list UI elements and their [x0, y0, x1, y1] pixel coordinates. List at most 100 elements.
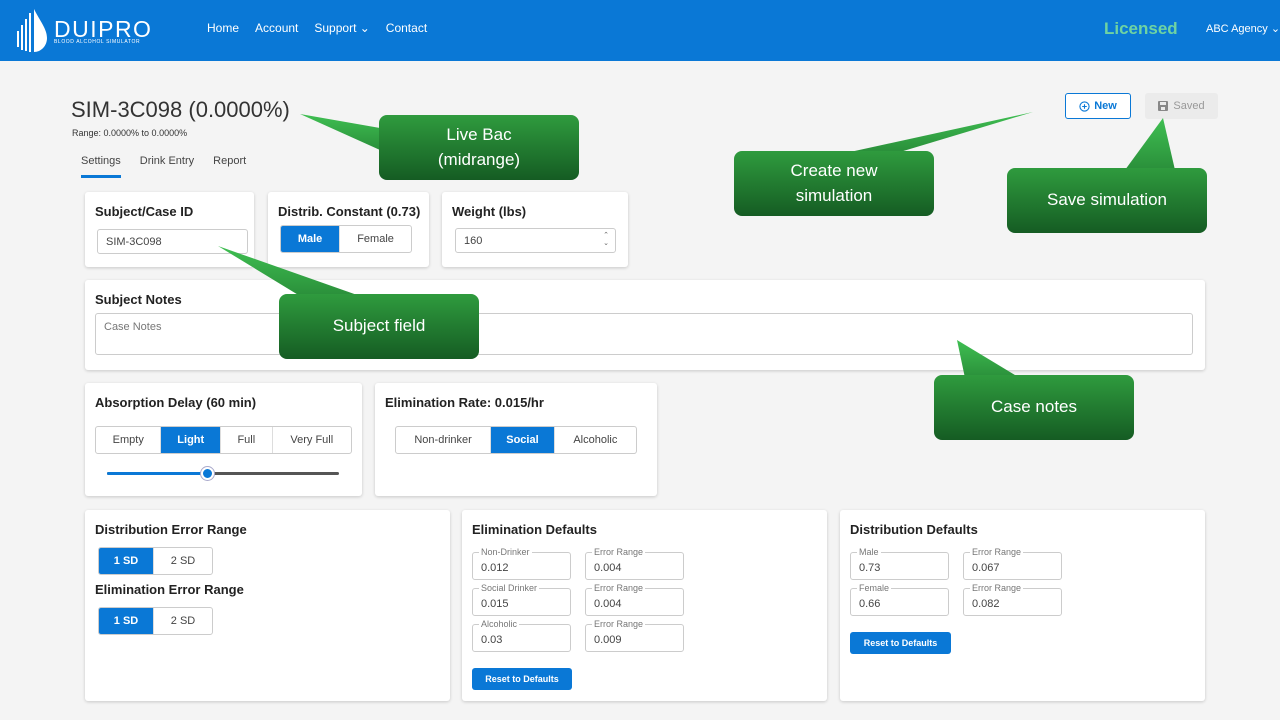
- field-label: Social Drinker: [479, 583, 540, 593]
- floppy-disk-icon: [1158, 101, 1169, 111]
- plus-circle-icon: [1079, 100, 1090, 112]
- male-constant-field[interactable]: Male 0.73: [850, 547, 949, 580]
- tab-bar: Settings Drink Entry Report: [81, 155, 246, 178]
- distribution-1sd-button[interactable]: 1 SD: [99, 548, 155, 574]
- field-label: Error Range: [592, 583, 646, 593]
- field-value: 0.015: [481, 598, 509, 610]
- callout-create-new: Create new simulation: [734, 151, 934, 216]
- new-button-label: New: [1094, 100, 1117, 112]
- tab-drink-entry[interactable]: Drink Entry: [140, 155, 194, 178]
- absorption-card: Absorption Delay (60 min) Empty Light Fu…: [85, 383, 362, 496]
- male-error-field[interactable]: Error Range 0.067: [963, 547, 1062, 580]
- absorption-light-button[interactable]: Light: [161, 427, 222, 453]
- weight-title: Weight (lbs): [452, 204, 527, 219]
- saved-button-label: Saved: [1173, 100, 1205, 112]
- field-label: Male: [857, 547, 881, 557]
- distribution-defaults-title: Distribution Defaults: [850, 522, 978, 537]
- field-label: Error Range: [592, 619, 646, 629]
- absorption-slider[interactable]: [107, 467, 339, 480]
- bac-range: Range: 0.0000% to 0.0000%: [72, 128, 188, 138]
- field-value: 0.73: [859, 562, 881, 574]
- save-simulation-button[interactable]: Saved: [1145, 93, 1218, 119]
- nav-home[interactable]: Home: [207, 21, 239, 35]
- new-simulation-button[interactable]: New: [1065, 93, 1131, 119]
- field-value: 0.004: [594, 598, 622, 610]
- callout-live-bac: Live Bac (midrange): [379, 115, 579, 180]
- sex-male-button[interactable]: Male: [281, 226, 341, 252]
- field-label: Error Range: [592, 547, 646, 557]
- absorption-very-full-button[interactable]: Very Full: [273, 427, 351, 453]
- subject-id-input[interactable]: SIM-3C098: [97, 229, 248, 254]
- slider-fill: [107, 472, 207, 475]
- alcoholic-rate-field[interactable]: Alcoholic 0.03: [472, 619, 571, 652]
- weight-stepper-icon[interactable]: ⌃ ⌄: [603, 232, 609, 248]
- sex-toggle: Male Female: [280, 225, 412, 253]
- reset-distribution-defaults-button[interactable]: Reset to Defaults: [850, 632, 951, 654]
- sex-female-button[interactable]: Female: [340, 226, 411, 252]
- distribution-2sd-button[interactable]: 2 SD: [154, 548, 212, 574]
- agency-dropdown[interactable]: ABC Agency ⌄: [1206, 22, 1280, 35]
- nav-contact[interactable]: Contact: [386, 21, 427, 35]
- reset-elimination-defaults-button[interactable]: Reset to Defaults: [472, 668, 572, 690]
- social-drinker-rate-field[interactable]: Social Drinker 0.015: [472, 583, 571, 616]
- absorption-empty-button[interactable]: Empty: [96, 427, 162, 453]
- female-error-field[interactable]: Error Range 0.082: [963, 583, 1062, 616]
- field-label: Error Range: [970, 583, 1024, 593]
- weight-input[interactable]: 160 ⌃ ⌄: [455, 228, 616, 253]
- tab-settings[interactable]: Settings: [81, 155, 121, 178]
- absorption-title: Absorption Delay (60 min): [95, 395, 257, 410]
- absorption-toggle: Empty Light Full Very Full: [95, 426, 352, 454]
- non-drinker-error-field[interactable]: Error Range 0.004: [585, 547, 684, 580]
- field-value: 0.004: [594, 562, 622, 574]
- field-value: 0.03: [481, 634, 503, 646]
- non-drinker-rate-field[interactable]: Non-Drinker 0.012: [472, 547, 571, 580]
- top-navbar: DUIPRO BLOOD ALCOHOL SIMULATOR Home Acco…: [0, 0, 1280, 61]
- distrib-constant-card: Distrib. Constant (0.73) Male Female: [268, 192, 429, 267]
- nav-account[interactable]: Account: [255, 21, 298, 35]
- live-bac-pointer: [300, 114, 380, 150]
- distrib-constant-title: Distrib. Constant (0.73): [278, 204, 421, 219]
- callout-case-notes: Case notes: [934, 375, 1134, 440]
- social-drinker-error-field[interactable]: Error Range 0.004: [585, 583, 684, 616]
- subject-title: Subject/Case ID: [95, 204, 194, 219]
- simulation-title: SIM-3C098 (0.0000%): [71, 97, 290, 122]
- distribution-error-title: Distribution Error Range: [95, 522, 247, 537]
- rate-non-drinker-button[interactable]: Non-drinker: [396, 427, 492, 453]
- female-constant-field[interactable]: Female 0.66: [850, 583, 949, 616]
- tab-report[interactable]: Report: [213, 155, 246, 178]
- license-status: Licensed: [1104, 19, 1178, 38]
- field-label: Female: [857, 583, 892, 593]
- elimination-error-title: Elimination Error Range: [95, 582, 244, 597]
- weight-card: Weight (lbs) 160 ⌃ ⌄: [442, 192, 628, 267]
- nav-links: Home Account Support ⌄ Contact: [207, 21, 427, 35]
- elimination-1sd-button[interactable]: 1 SD: [99, 608, 155, 634]
- rate-social-button[interactable]: Social: [491, 427, 555, 453]
- elimination-error-toggle: 1 SD 2 SD: [98, 607, 213, 635]
- field-value: 0.067: [972, 562, 1000, 574]
- elimination-defaults-card: Elimination Defaults Non-Drinker 0.012 E…: [462, 510, 827, 701]
- callout-save: Save simulation: [1007, 168, 1207, 233]
- distribution-error-toggle: 1 SD 2 SD: [98, 547, 213, 575]
- elimination-2sd-button[interactable]: 2 SD: [154, 608, 212, 634]
- duipro-logo[interactable]: DUIPRO BLOOD ALCOHOL SIMULATOR: [14, 7, 154, 53]
- case-notes-textarea[interactable]: Case Notes: [95, 313, 1193, 355]
- alcoholic-error-field[interactable]: Error Range 0.009: [585, 619, 684, 652]
- absorption-full-button[interactable]: Full: [221, 427, 273, 453]
- field-label: Alcoholic: [479, 619, 520, 629]
- slider-thumb[interactable]: [200, 467, 214, 480]
- field-value: 0.012: [481, 562, 509, 574]
- nav-support-dropdown[interactable]: Support ⌄: [314, 21, 369, 35]
- field-label: Error Range: [970, 547, 1024, 557]
- field-value: 0.66: [859, 598, 881, 610]
- create-new-pointer: [850, 112, 1033, 152]
- elimination-rate-title: Elimination Rate: 0.015/hr: [385, 395, 544, 410]
- field-label: Non-Drinker: [479, 547, 532, 557]
- save-pointer: [1125, 118, 1175, 170]
- elimination-rate-toggle: Non-drinker Social Alcoholic: [395, 426, 637, 454]
- field-value: 0.009: [594, 634, 622, 646]
- rate-alcoholic-button[interactable]: Alcoholic: [555, 427, 636, 453]
- notes-title: Subject Notes: [95, 292, 182, 307]
- distribution-defaults-card: Distribution Defaults Male 0.73 Error Ra…: [840, 510, 1205, 701]
- logo-subtitle: BLOOD ALCOHOL SIMULATOR: [54, 39, 141, 45]
- callout-subject-field: Subject field: [279, 294, 479, 359]
